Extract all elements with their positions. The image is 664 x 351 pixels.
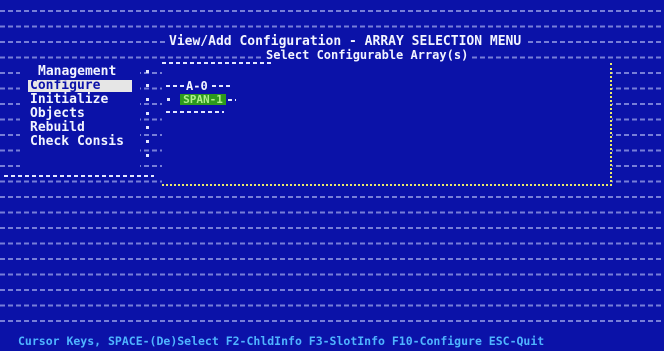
menu-item-initialize[interactable]: Initialize [28,93,110,106]
menu-separator-dot [146,84,149,87]
array-label-left-dash [166,85,184,87]
menu-separator-dot [146,154,149,157]
menu-item-objects[interactable]: Objects [28,107,87,120]
menu-separator-dot [146,140,149,143]
array-box-top-dash [162,62,272,64]
array-badge-right-dash [228,99,236,101]
menu-separator-dot [146,70,149,73]
menu-item-rebuild[interactable]: Rebuild [28,121,87,134]
menu-separator-dot [146,126,149,129]
menu-separator-dot [146,98,149,101]
menu-item-check-consistency[interactable]: Check Consis [28,135,126,148]
array-selection-box [162,63,612,186]
array-label: A-0 [186,79,208,93]
menu-item-management[interactable]: Management [36,65,118,78]
menu-title: View/Add Configuration - ARRAY SELECTION… [165,34,526,49]
menu-subtitle: Select Configurable Array(s) [262,48,473,62]
array-slot-a0[interactable]: SPAN-1 [180,94,226,105]
array-label-right-dash [212,85,232,87]
menu-separator-dot [146,112,149,115]
array-marker-dot [167,98,170,101]
array-row-dash [166,111,224,113]
menu-item-configure[interactable]: Configure [28,79,132,92]
side-menu-bottom-border [4,175,154,177]
footer-help-bar: Cursor Keys, SPACE-(De)Select F2-ChldInf… [0,331,664,351]
